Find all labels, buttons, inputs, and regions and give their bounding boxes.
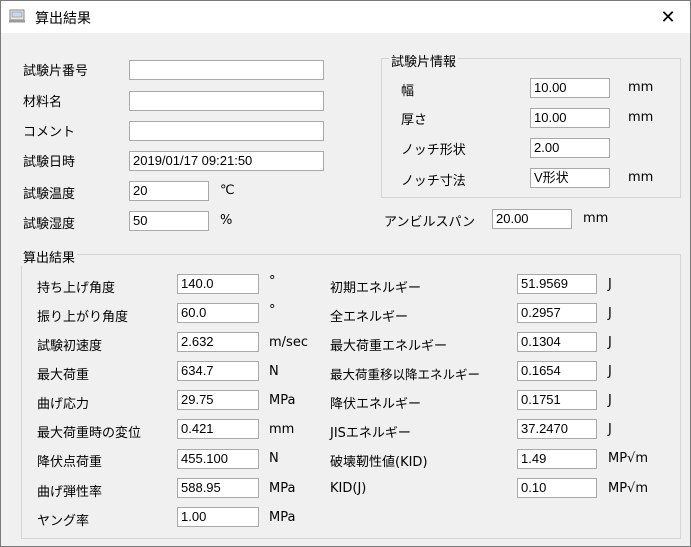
anvil-span-label: アンビルスパン bbox=[384, 215, 476, 230]
youngs-modulus-label: ヤング率 bbox=[37, 514, 90, 529]
swing-angle-unit: ° bbox=[269, 303, 276, 318]
temperature-field[interactable]: 20 bbox=[129, 181, 209, 201]
yield-energy-field[interactable]: 0.1751 bbox=[517, 390, 597, 410]
bending-stress-field[interactable]: 29.75 bbox=[177, 390, 259, 410]
yield-energy-unit: J bbox=[608, 393, 612, 408]
specimen-info-title: 試験片情報 bbox=[389, 51, 459, 70]
max-load-energy-label: 最大荷重エネルギー bbox=[330, 339, 448, 354]
width-label: 幅 bbox=[401, 84, 415, 99]
specimen-no-label: 試験片番号 bbox=[23, 64, 89, 79]
swing-angle-field[interactable]: 60.0 bbox=[177, 303, 259, 323]
fracture-toughness-field[interactable]: 1.49 bbox=[517, 449, 597, 469]
notch-size-unit: mm bbox=[628, 170, 654, 185]
disp-at-max-load-label: 最大荷重時の変位 bbox=[37, 426, 142, 441]
fracture-toughness-unit: MP√m bbox=[608, 451, 649, 466]
max-load-unit: N bbox=[269, 364, 279, 379]
temperature-label: 試験温度 bbox=[23, 187, 76, 202]
initial-velocity-label: 試験初速度 bbox=[37, 339, 103, 354]
youngs-modulus-field[interactable]: 1.00 bbox=[177, 507, 259, 527]
thickness-label: 厚さ bbox=[401, 113, 428, 128]
initial-velocity-unit: m/sec bbox=[269, 335, 308, 350]
title-bar: 算出結果 ✕ bbox=[1, 1, 690, 33]
humidity-field[interactable]: 50 bbox=[129, 211, 209, 231]
flexural-modulus-unit: MPa bbox=[269, 481, 296, 496]
window-app-icon bbox=[9, 9, 25, 23]
temperature-unit: ℃ bbox=[220, 183, 235, 198]
close-icon: ✕ bbox=[660, 6, 676, 28]
jis-energy-field[interactable]: 37.2470 bbox=[517, 419, 597, 439]
test-date-field[interactable]: 2019/01/17 09:21:50 bbox=[129, 151, 324, 171]
kid-j-unit: MP√m bbox=[608, 481, 649, 496]
results-title: 算出結果 bbox=[21, 247, 78, 266]
max-load-field[interactable]: 634.7 bbox=[177, 361, 259, 381]
max-load-energy-unit: J bbox=[608, 335, 612, 350]
bending-stress-label: 曲げ応力 bbox=[37, 397, 90, 412]
initial-velocity-field[interactable]: 2.632 bbox=[177, 332, 259, 352]
disp-at-max-load-unit: mm bbox=[269, 422, 295, 437]
jis-energy-unit: J bbox=[608, 422, 612, 437]
thickness-unit: mm bbox=[628, 110, 654, 125]
initial-energy-field[interactable]: 51.9569 bbox=[517, 274, 597, 294]
yield-energy-label: 降伏エネルギー bbox=[330, 397, 422, 412]
post-max-energy-unit: J bbox=[608, 364, 612, 379]
notch-size-label: ノッチ寸法 bbox=[401, 174, 466, 189]
youngs-modulus-unit: MPa bbox=[269, 510, 296, 525]
total-energy-label: 全エネルギー bbox=[330, 310, 409, 325]
specimen-no-field[interactable] bbox=[129, 60, 324, 80]
kid-j-label: KID(J) bbox=[330, 481, 367, 496]
post-max-energy-field[interactable]: 0.1654 bbox=[517, 361, 597, 381]
total-energy-field[interactable]: 0.2957 bbox=[517, 303, 597, 323]
yield-load-field[interactable]: 455.100 bbox=[177, 449, 259, 469]
anvil-span-unit: mm bbox=[583, 211, 609, 226]
notch-shape-field[interactable]: 2.00 bbox=[530, 138, 610, 158]
initial-energy-unit: J bbox=[608, 277, 612, 292]
comment-field[interactable] bbox=[129, 121, 324, 141]
lift-angle-field[interactable]: 140.0 bbox=[177, 274, 259, 294]
yield-load-label: 降伏点荷重 bbox=[37, 455, 103, 470]
max-load-energy-field[interactable]: 0.1304 bbox=[517, 332, 597, 352]
bending-stress-unit: MPa bbox=[269, 393, 296, 408]
humidity-label: 試験湿度 bbox=[23, 217, 76, 232]
width-field[interactable]: 10.00 bbox=[530, 78, 610, 98]
comment-label: コメント bbox=[23, 125, 76, 140]
yield-load-unit: N bbox=[269, 451, 279, 466]
flexural-modulus-field[interactable]: 588.95 bbox=[177, 478, 259, 498]
lift-angle-label: 持ち上げ角度 bbox=[37, 281, 116, 296]
jis-energy-label: JISエネルギー bbox=[330, 426, 411, 441]
lift-angle-unit: ° bbox=[269, 274, 276, 289]
result-dialog: 算出結果 ✕ 試験片番号 材料名 コメント 試験日時 2019/01/17 09… bbox=[0, 0, 691, 547]
test-date-label: 試験日時 bbox=[23, 155, 76, 170]
close-button[interactable]: ✕ bbox=[646, 1, 690, 33]
post-max-energy-label: 最大荷重移以降エネルギー bbox=[330, 367, 481, 382]
swing-angle-label: 振り上がり角度 bbox=[37, 310, 129, 325]
thickness-field[interactable]: 10.00 bbox=[530, 108, 610, 128]
total-energy-unit: J bbox=[608, 306, 612, 321]
initial-energy-label: 初期エネルギー bbox=[330, 281, 422, 296]
humidity-unit: % bbox=[220, 213, 233, 228]
window-title: 算出結果 bbox=[35, 11, 91, 27]
notch-size-field[interactable]: V形状 bbox=[530, 168, 610, 188]
width-unit: mm bbox=[628, 80, 654, 95]
notch-shape-label: ノッチ形状 bbox=[401, 143, 466, 158]
kid-j-field[interactable]: 0.10 bbox=[517, 478, 597, 498]
material-label: 材料名 bbox=[23, 95, 63, 110]
fracture-toughness-label: 破壊靭性値(KID) bbox=[330, 455, 428, 470]
anvil-span-field[interactable]: 20.00 bbox=[492, 209, 572, 229]
material-field[interactable] bbox=[129, 91, 324, 111]
flexural-modulus-label: 曲げ弾性率 bbox=[37, 485, 103, 500]
disp-at-max-load-field[interactable]: 0.421 bbox=[177, 419, 259, 439]
max-load-label: 最大荷重 bbox=[37, 368, 90, 383]
